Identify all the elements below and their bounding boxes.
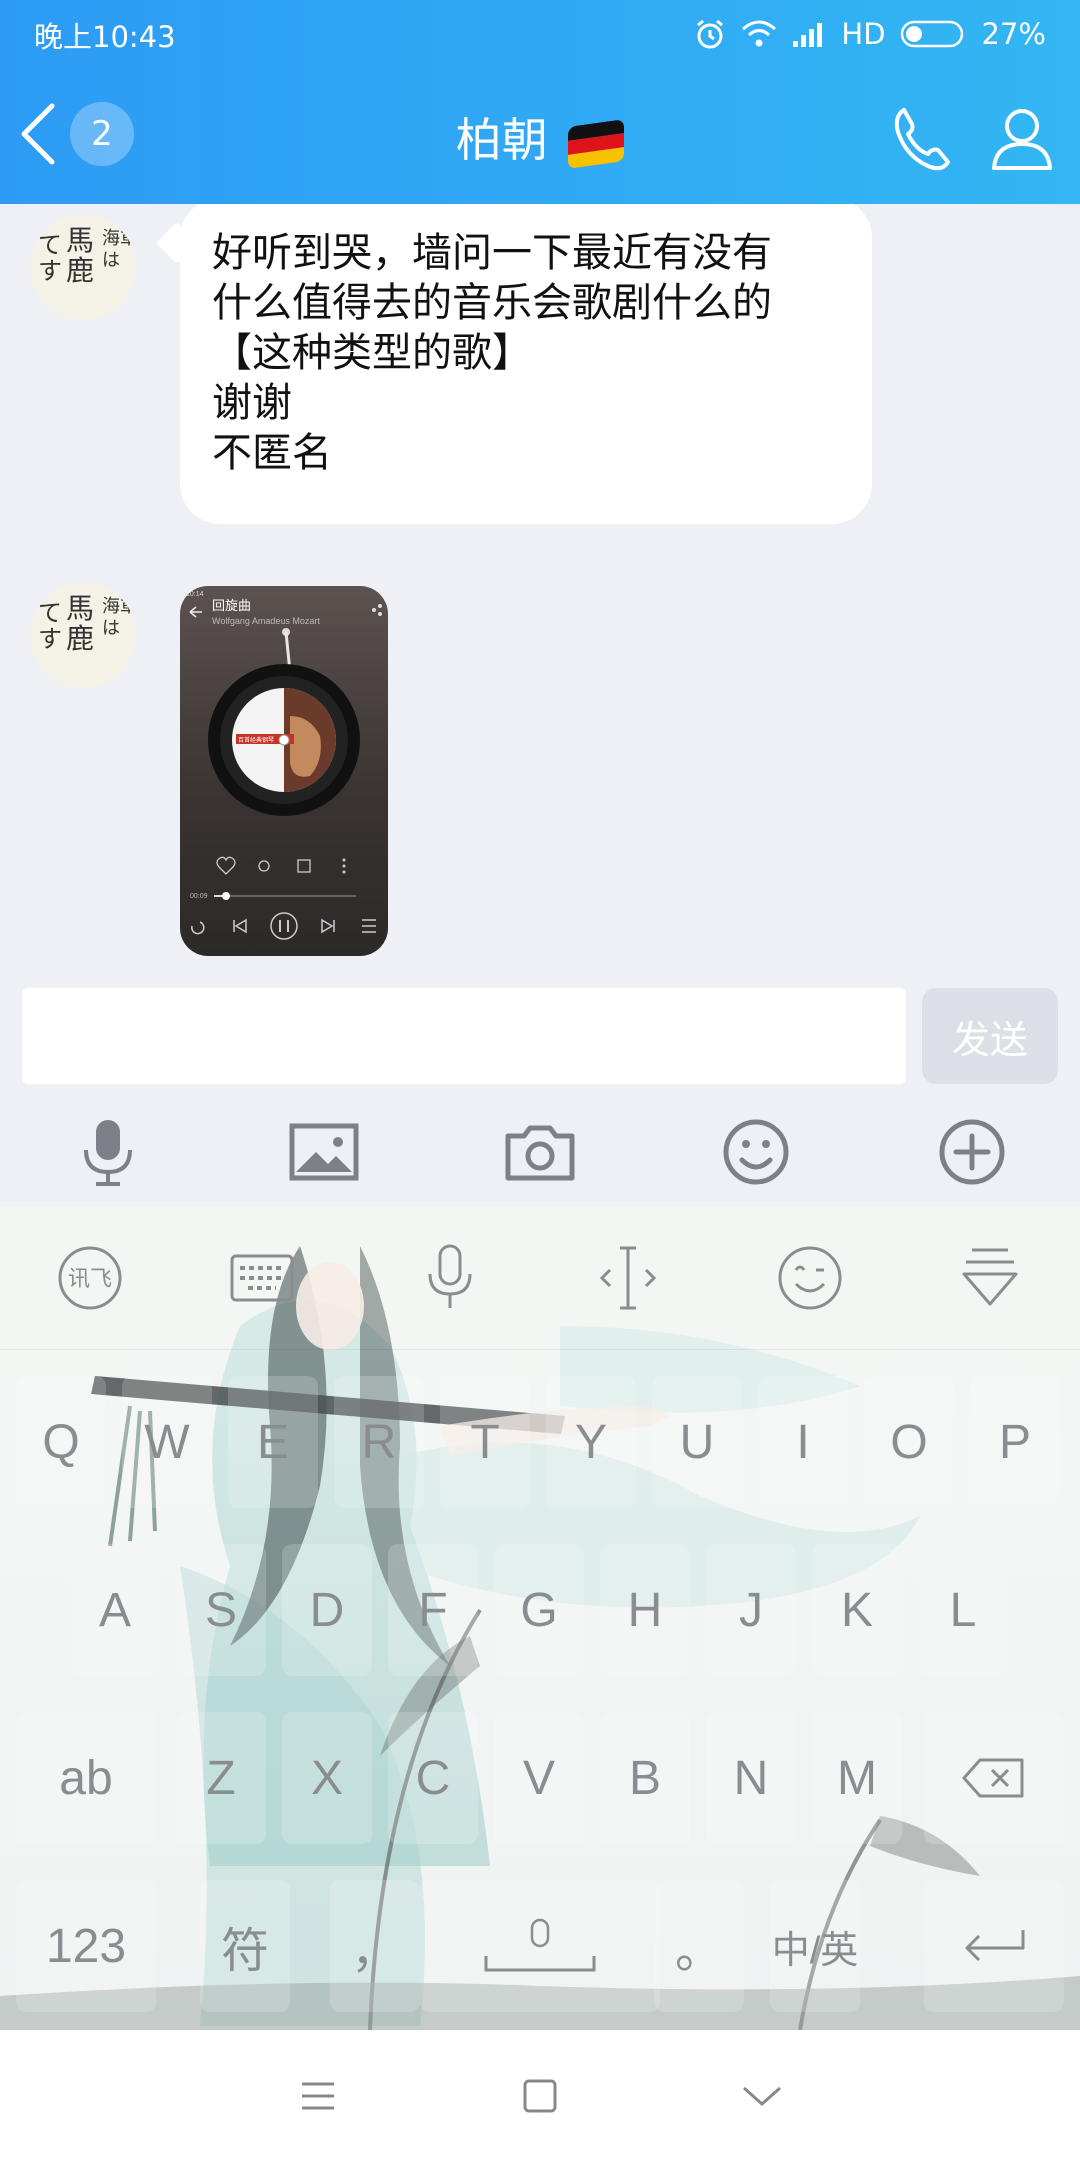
enter-icon bbox=[965, 1930, 1025, 1962]
message-input[interactable] bbox=[22, 988, 906, 1084]
key-n[interactable]: N bbox=[706, 1712, 796, 1844]
key-s[interactable]: S bbox=[176, 1544, 266, 1676]
music-player-screenshot: 10:14 回旋曲 Wolfgang Amadeus Mozart 百首经典钢琴… bbox=[186, 591, 382, 940]
key-w[interactable]: W bbox=[122, 1376, 212, 1508]
text-message-bubble[interactable]: 好听到哭，墙问一下最近有没有 什么值得去的音乐会歌剧什么的 【这种类型的歌】 谢… bbox=[180, 204, 872, 524]
key-v[interactable]: V bbox=[494, 1712, 584, 1844]
key-c[interactable]: C bbox=[388, 1712, 478, 1844]
svg-text:讯飞: 讯飞 bbox=[68, 1267, 112, 1292]
alarm-icon bbox=[697, 19, 724, 49]
contact-name: 柏朝 bbox=[455, 113, 548, 167]
emoji-icon[interactable] bbox=[718, 1114, 794, 1190]
svg-text:百首经典钢琴: 百首经典钢琴 bbox=[238, 736, 274, 744]
song-title: 回旋曲 bbox=[212, 599, 251, 614]
key-q[interactable]: Q bbox=[16, 1376, 106, 1508]
cursor-icon[interactable] bbox=[590, 1240, 666, 1316]
collapse-keyboard-icon[interactable] bbox=[952, 1240, 1028, 1316]
plus-icon[interactable] bbox=[934, 1114, 1010, 1190]
key-e[interactable]: E bbox=[228, 1376, 318, 1508]
avatar-text: て す bbox=[38, 231, 62, 285]
key-k[interactable]: K bbox=[812, 1544, 902, 1676]
key-f[interactable]: F bbox=[388, 1544, 478, 1676]
key-i[interactable]: I bbox=[758, 1376, 848, 1508]
key-j[interactable]: J bbox=[706, 1544, 796, 1676]
emoji-icon[interactable] bbox=[772, 1240, 848, 1316]
backspace-icon bbox=[962, 1758, 1024, 1798]
key-u[interactable]: U bbox=[652, 1376, 742, 1508]
period-key[interactable]: 。 bbox=[654, 1880, 744, 2012]
key-x[interactable]: X bbox=[282, 1712, 372, 1844]
message-line: 谢谢 bbox=[212, 380, 292, 426]
message-line: 【这种类型的歌】 bbox=[212, 330, 532, 376]
wifi-icon bbox=[742, 20, 777, 47]
message-line: 什么值得去的音乐会歌剧什么的 bbox=[212, 280, 772, 326]
enter-key[interactable] bbox=[924, 1880, 1064, 2012]
network-label: HD bbox=[841, 17, 886, 51]
key-z[interactable]: Z bbox=[176, 1712, 266, 1844]
song-time: 00:09 bbox=[190, 893, 208, 900]
language-switch-key[interactable]: 中/英 bbox=[770, 1880, 860, 2012]
system-nav-bar bbox=[0, 2030, 1080, 2160]
image-message[interactable]: 10:14 回旋曲 Wolfgang Amadeus Mozart 百首经典钢琴… bbox=[180, 586, 388, 956]
avatar-text: 海軍 は bbox=[102, 596, 136, 639]
key-o[interactable]: O bbox=[864, 1376, 954, 1508]
key-d[interactable]: D bbox=[282, 1544, 372, 1676]
avatar[interactable]: て す 馬 鹿 海軍 は bbox=[30, 582, 136, 688]
status-time: 晚上10:43 bbox=[34, 20, 176, 54]
song-artist: Wolfgang Amadeus Mozart bbox=[212, 616, 320, 626]
key-ab[interactable]: ab bbox=[16, 1712, 156, 1844]
battery-percent: 27% bbox=[981, 17, 1046, 51]
backspace-key[interactable] bbox=[924, 1712, 1064, 1844]
signal-icon bbox=[793, 23, 823, 47]
space-key[interactable] bbox=[420, 1880, 660, 2012]
key-b[interactable]: B bbox=[600, 1712, 690, 1844]
key-a[interactable]: A bbox=[70, 1544, 160, 1676]
input-area: 发送 bbox=[0, 974, 1080, 1206]
key-r[interactable]: R bbox=[334, 1376, 424, 1508]
message-line: 不匿名 bbox=[212, 430, 332, 476]
image-icon[interactable] bbox=[286, 1114, 362, 1190]
comma-key[interactable]: ， bbox=[330, 1880, 420, 2012]
key-y[interactable]: Y bbox=[546, 1376, 636, 1508]
chat-header: 晚上10:43 HD 27% 2 柏朝 bbox=[0, 0, 1080, 204]
avatar-text: て す bbox=[38, 599, 62, 653]
phone-icon[interactable] bbox=[890, 102, 962, 174]
key-g[interactable]: G bbox=[494, 1544, 584, 1676]
avatar[interactable]: て す 馬 鹿 海軍 は bbox=[30, 214, 136, 320]
keyboard: 讯飞 Q W E R T Y U I O P A S D F G H J K L… bbox=[0, 1206, 1080, 2030]
german-flag-icon bbox=[568, 118, 625, 169]
voice-input-icon[interactable] bbox=[412, 1240, 488, 1316]
home-icon[interactable] bbox=[510, 2066, 570, 2126]
symbols-key[interactable]: 符 bbox=[200, 1880, 290, 2012]
svg-text:10:14: 10:14 bbox=[186, 591, 204, 598]
menu-icon[interactable] bbox=[288, 2066, 348, 2126]
avatar-text: 馬 鹿 bbox=[66, 592, 95, 655]
key-t[interactable]: T bbox=[440, 1376, 530, 1508]
keyboard-function-row: 讯飞 bbox=[0, 1206, 1080, 1350]
status-icons: HD 27% bbox=[693, 14, 1046, 54]
profile-icon[interactable] bbox=[986, 102, 1058, 174]
send-button[interactable]: 发送 bbox=[922, 988, 1058, 1084]
camera-icon[interactable] bbox=[502, 1114, 578, 1190]
mic-icon[interactable] bbox=[70, 1114, 146, 1190]
status-bar: 晚上10:43 HD 27% bbox=[0, 0, 1080, 66]
space-mic-icon bbox=[484, 1918, 596, 1972]
xunfei-logo-icon[interactable]: 讯飞 bbox=[52, 1240, 128, 1316]
back-icon[interactable] bbox=[732, 2066, 792, 2126]
avatar-text: 馬 鹿 bbox=[66, 224, 95, 287]
title-bar: 2 柏朝 bbox=[0, 66, 1080, 204]
chat-area[interactable]: て す 馬 鹿 海軍 は 好听到哭，墙问一下最近有没有 什么值得去的音乐会歌剧什… bbox=[0, 204, 1080, 974]
key-m[interactable]: M bbox=[812, 1712, 902, 1844]
key-h[interactable]: H bbox=[600, 1544, 690, 1676]
avatar-text: 海軍 は bbox=[102, 228, 136, 271]
message-line: 好听到哭，墙问一下最近有没有 bbox=[212, 230, 772, 276]
key-p[interactable]: P bbox=[970, 1376, 1060, 1508]
battery-icon bbox=[900, 20, 963, 48]
keyboard-icon[interactable] bbox=[224, 1240, 300, 1316]
key-l[interactable]: L bbox=[918, 1544, 1008, 1676]
numbers-key[interactable]: 123 bbox=[16, 1880, 156, 2012]
